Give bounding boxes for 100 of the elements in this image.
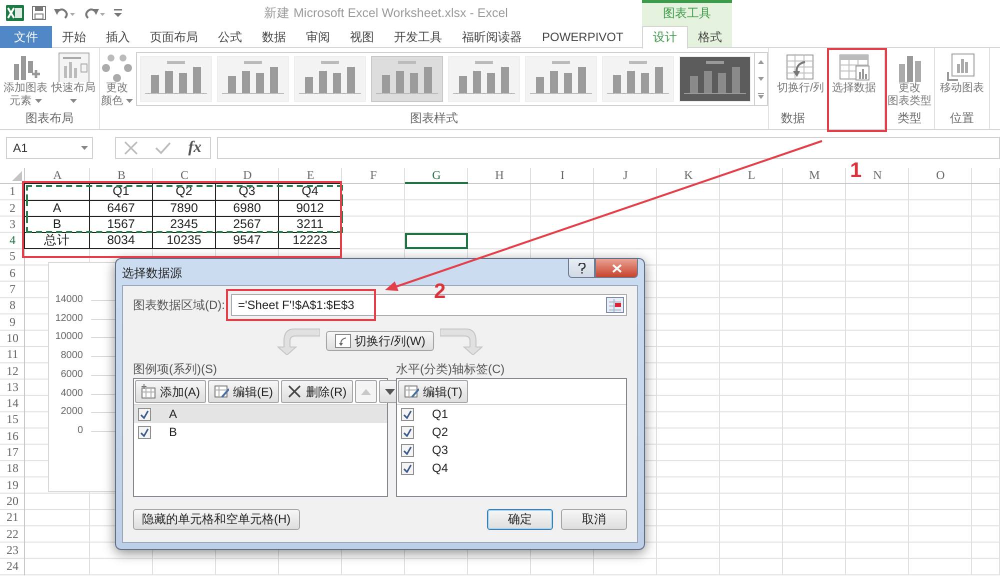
row-header[interactable]: 21 [0,510,25,527]
row-header[interactable]: 15 [0,412,25,429]
row-header[interactable]: 18 [0,461,25,478]
ok-button[interactable]: 确定 [487,509,553,530]
redo-icon[interactable] [84,6,106,20]
checkbox[interactable] [401,444,414,457]
column-header[interactable]: D [243,168,252,183]
ribbon-button[interactable]: 更改 颜色 [100,52,134,108]
checkbox[interactable] [401,426,414,439]
check-icon[interactable] [155,141,172,155]
category-item[interactable]: Q3 [397,441,626,460]
column-header[interactable]: C [180,168,188,183]
row-header[interactable]: 4 [0,233,25,250]
insert-function-button[interactable]: fx [188,138,202,158]
category-item[interactable]: Q2 [397,423,626,442]
column-header[interactable]: F [370,168,377,183]
column-header[interactable]: J [623,168,628,183]
cancel-button[interactable]: 取消 [561,509,627,530]
row-header[interactable]: 13 [0,380,25,396]
help-button[interactable] [568,259,595,278]
ribbon-tab[interactable]: 福昕阅读器 [452,26,532,48]
column-header[interactable]: E [306,168,314,183]
ribbon-button[interactable]: 切换行/列 [776,52,826,95]
ribbon-tab[interactable]: 开始 [52,26,96,48]
column-header[interactable]: B [117,168,126,183]
checkbox[interactable] [401,408,414,421]
column-header[interactable]: H [495,168,504,183]
toolbar-button[interactable]: 删除(R) [281,380,353,404]
row-header[interactable]: 2 [0,200,25,217]
row-header[interactable]: 19 [0,478,25,494]
row-header[interactable]: 16 [0,428,25,446]
row-header[interactable]: 9 [0,314,25,331]
column-header[interactable]: A [53,168,62,183]
table-cell: 9547 [215,232,279,250]
axis-label: 2000 [60,406,83,418]
row-header[interactable]: 8 [0,298,25,315]
column-header[interactable]: K [684,168,693,183]
row-header[interactable]: 12 [0,364,25,380]
ribbon-tab[interactable]: 数据 [252,26,296,48]
ribbon-button[interactable]: 快速布局 [50,52,96,108]
column-header[interactable]: O [936,168,945,183]
file-tab[interactable]: 文件 [0,26,52,48]
row-header[interactable]: 3 [0,216,25,234]
row-header[interactable]: 6 [0,266,25,282]
series-item[interactable]: B [134,423,387,442]
row-header[interactable]: 17 [0,445,25,462]
row-header[interactable]: 11 [0,347,25,364]
column-header[interactable]: M [809,168,820,183]
row-header[interactable]: 24 [0,559,25,576]
column-header[interactable]: G [432,168,441,183]
ribbon-tab[interactable]: 视图 [340,26,384,48]
name-box[interactable]: A1 [6,137,93,159]
row-header[interactable]: 10 [0,330,25,348]
range-label: 图表数据区域(D): [133,298,225,312]
row-header[interactable]: 20 [0,494,25,510]
ribbon-tab[interactable]: 格式 [688,26,732,48]
ribbon-tab[interactable]: 设计 [642,26,688,49]
ribbon-tab[interactable]: 页面布局 [140,26,208,48]
ribbon-tab[interactable]: 公式 [208,26,252,48]
checkbox[interactable] [138,426,151,439]
chart-style-thumbnail[interactable] [371,56,444,102]
switch-row-column-button[interactable]: 切换行/列(W) [326,330,434,352]
row-header[interactable]: 14 [0,396,25,412]
ribbon-button[interactable]: 移动图表 [939,52,985,95]
switch-row-column-icon [784,52,816,82]
toolbar-button[interactable]: 编辑(T) [398,380,468,404]
undo-icon[interactable] [54,6,76,20]
category-item[interactable]: Q4 [397,459,626,478]
ribbon-tab[interactable]: 插入 [96,26,140,48]
column-header[interactable]: N [873,168,882,183]
category-name: Q1 [432,407,448,422]
column-header[interactable]: L [748,168,756,183]
column-header[interactable]: I [560,168,564,183]
row-header[interactable]: 7 [0,282,25,298]
series-item[interactable]: A [134,405,387,424]
category-item[interactable]: Q1 [397,405,626,424]
ribbon-tab[interactable]: 审阅 [296,26,340,48]
row-header[interactable]: 1 [0,184,25,201]
checkbox[interactable] [138,408,151,421]
ribbon-tab[interactable]: 开发工具 [384,26,452,48]
formula-input[interactable] [217,137,1000,159]
toolbar-button[interactable]: 添加(A) [135,380,206,404]
collapse-dialog-icon[interactable] [606,297,624,313]
close-button[interactable] [595,259,638,278]
toolbar-button[interactable]: 编辑(E) [208,380,279,404]
row-header[interactable]: 22 [0,526,25,543]
checkbox[interactable] [401,462,414,475]
row-header[interactable]: 23 [0,542,25,560]
excel-icon[interactable] [6,5,24,21]
expand-icon [758,93,764,100]
row-header[interactable]: 5 [0,249,25,266]
hidden-cells-button[interactable]: 隐藏的单元格和空单元格(H) [133,509,300,530]
ribbon-button[interactable]: 选择数据 [831,52,878,95]
selected-cell[interactable] [405,233,468,250]
ribbon-button[interactable]: 更改 图表类型 [886,52,932,108]
ribbon-button[interactable]: 添加图表 元素 [2,52,48,108]
save-icon[interactable] [32,6,46,20]
customize-icon[interactable] [114,9,122,17]
ribbon-tab[interactable]: POWERPIVOT [532,26,634,48]
down-arrow-icon [758,76,764,81]
